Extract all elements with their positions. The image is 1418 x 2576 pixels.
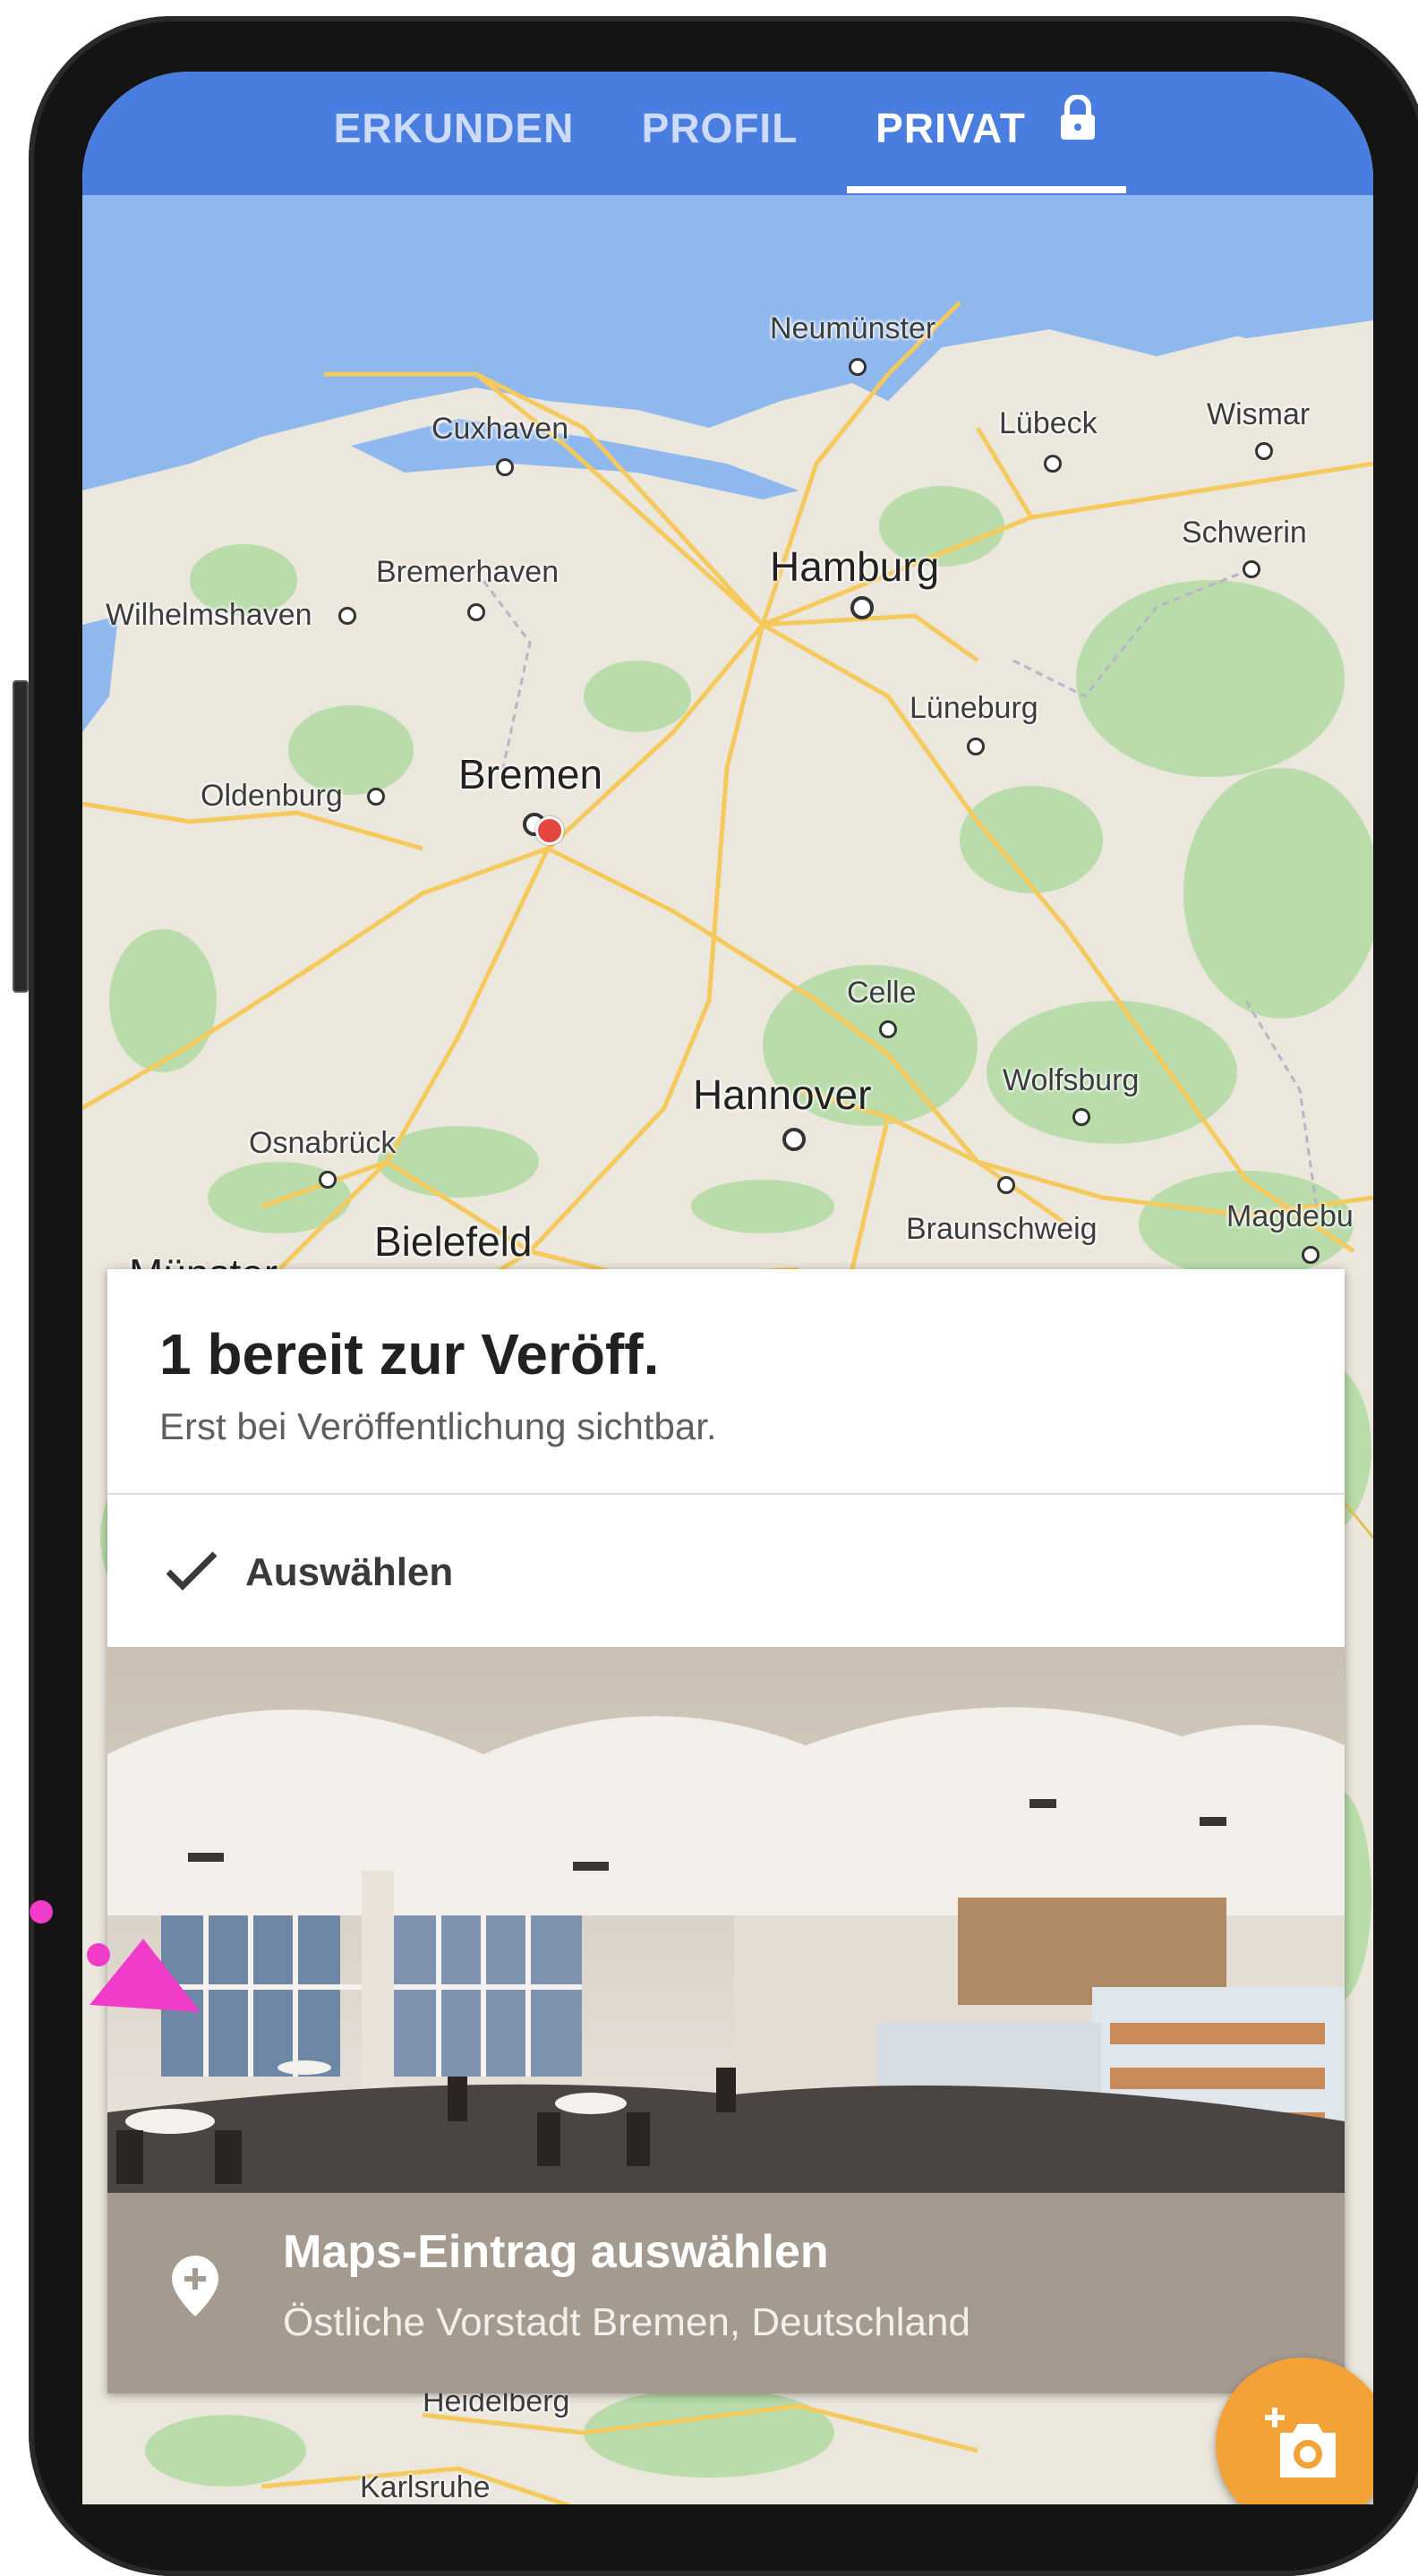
map-label-magdeburg: Magdebu xyxy=(1226,1199,1354,1233)
map-label-braunschweig: Braunschweig xyxy=(906,1212,1098,1246)
map-label-bielefeld: Bielefeld xyxy=(374,1218,533,1265)
map-marker-wolfsburg xyxy=(1072,1108,1090,1126)
map-label-celle: Celle xyxy=(847,976,917,1010)
map-label-neumuenster: Neumünster xyxy=(770,311,936,345)
tab-profil[interactable]: PROFIL xyxy=(630,72,809,195)
touch-pointer-icon xyxy=(30,1900,201,2012)
screen: Neumünster Cuxhaven Lübeck Wismar Schwer… xyxy=(82,72,1373,2504)
map-marker-braunschweig xyxy=(997,1176,1015,1194)
map-marker-luebeck xyxy=(1044,455,1062,473)
map-label-karlsruhe: Karlsruhe xyxy=(360,2470,491,2504)
map-label-wismar: Wismar xyxy=(1207,397,1311,431)
map-label-wilhelmshaven: Wilhelmshaven xyxy=(106,598,312,632)
tab-privat-label: PRIVAT xyxy=(876,105,1027,151)
map-marker-celle xyxy=(879,1020,897,1038)
map-label-osnabrueck: Osnabrück xyxy=(249,1126,397,1160)
card-title: 1 bereit zur Veröff. xyxy=(159,1322,660,1386)
top-tab-bar: ERKUNDEN PROFIL PRIVAT xyxy=(82,72,1373,195)
map-marker-neumuenster xyxy=(849,358,867,376)
map-marker-wilhelmshaven xyxy=(338,607,356,625)
select-label: Auswählen xyxy=(245,1550,454,1594)
map-label-bremerhaven: Bremerhaven xyxy=(376,555,560,589)
publish-card: 1 bereit zur Veröff. Erst bei Veröffentl… xyxy=(107,1269,1345,2393)
select-button[interactable]: Auswählen xyxy=(107,1495,1345,1647)
add-photo-camera-icon xyxy=(1265,2408,1336,2478)
photo-location-pin[interactable] xyxy=(535,816,564,845)
tab-erkunden-label: ERKUNDEN xyxy=(333,105,575,151)
map-label-lueneburg: Lüneburg xyxy=(910,691,1038,725)
phone-side-button xyxy=(13,680,29,993)
active-tab-indicator xyxy=(847,186,1126,193)
map-marker-osnabrueck xyxy=(319,1171,337,1189)
map-label-hamburg: Hamburg xyxy=(770,543,940,590)
map-label-schwerin: Schwerin xyxy=(1182,516,1307,550)
panorama-photo[interactable] xyxy=(107,1647,1345,2193)
tab-profil-label: PROFIL xyxy=(641,105,799,151)
add-location-icon xyxy=(170,2254,220,2323)
checkmark-icon xyxy=(165,1548,218,1596)
map-marker-cuxhaven xyxy=(496,458,514,476)
map-marker-bremerhaven xyxy=(467,603,485,621)
map-label-oldenburg: Oldenburg xyxy=(201,779,343,813)
maps-entry-location: Östliche Vorstadt Bremen, Deutschland xyxy=(283,2300,970,2344)
tab-privat[interactable]: PRIVAT xyxy=(847,72,1126,195)
tab-erkunden[interactable]: ERKUNDEN xyxy=(324,72,584,195)
maps-entry-title: Maps-Eintrag auswählen xyxy=(283,2226,829,2278)
map-label-luebeck: Lübeck xyxy=(999,406,1098,440)
map-label-bremen: Bremen xyxy=(458,751,603,798)
map-label-cuxhaven: Cuxhaven xyxy=(431,412,569,446)
lock-icon xyxy=(1058,72,1098,183)
map-label-wolfsburg: Wolfsburg xyxy=(1003,1063,1140,1097)
panorama-image xyxy=(107,1647,1345,2193)
map-marker-magdeburg xyxy=(1302,1246,1320,1264)
map-marker-schwerin xyxy=(1243,560,1260,578)
card-subtitle: Erst bei Veröffentlichung sichtbar. xyxy=(159,1405,717,1447)
map-marker-hannover xyxy=(782,1128,806,1151)
map-label-hannover: Hannover xyxy=(693,1071,872,1118)
map-marker-lueneburg xyxy=(967,738,985,755)
map-marker-oldenburg xyxy=(367,788,385,806)
map-marker-hamburg xyxy=(850,596,874,619)
map-marker-wismar xyxy=(1255,442,1273,460)
maps-entry-select-button[interactable]: Maps-Eintrag auswählen Östliche Vorstadt… xyxy=(107,2193,1345,2393)
